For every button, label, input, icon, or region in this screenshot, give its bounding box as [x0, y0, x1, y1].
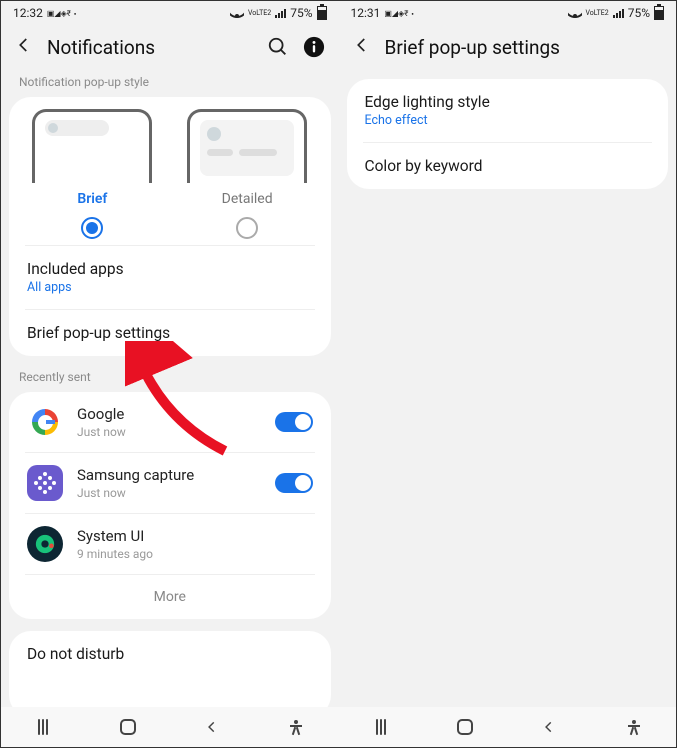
more-button[interactable]: More: [9, 575, 331, 619]
status-more-icon: ●: [411, 11, 413, 16]
recents-button[interactable]: [28, 712, 58, 742]
do-not-disturb-row[interactable]: Do not disturb: [9, 631, 331, 677]
accessibility-button[interactable]: [281, 712, 311, 742]
signal-icon: [613, 8, 624, 18]
google-icon: [27, 404, 63, 440]
system-ui-icon: [27, 526, 63, 562]
app-row-system-ui[interactable]: System UI 9 minutes ago: [9, 514, 331, 574]
home-button[interactable]: [450, 712, 480, 742]
samsung-capture-icon: [27, 465, 63, 501]
wifi-icon: [568, 8, 582, 18]
app-name: Google: [77, 405, 261, 423]
page-title: Brief pop-up settings: [385, 36, 663, 59]
edge-lighting-title: Edge lighting style: [365, 93, 651, 111]
lte-icon: VoLTE2: [248, 10, 271, 17]
accessibility-button[interactable]: [619, 712, 649, 742]
color-by-keyword-row[interactable]: Color by keyword: [347, 143, 669, 189]
dnd-title: Do not disturb: [27, 645, 313, 663]
phone-brief-popup-settings: 12:31 ▣ ◢ ◈ ₹ ● VoLTE2 75% Brief pop-up …: [339, 1, 677, 747]
app-time: Just now: [77, 486, 261, 500]
back-button[interactable]: [534, 712, 564, 742]
popup-style-card: Brief Detailed Included apps All apps Br: [9, 97, 331, 356]
status-time: 12:31: [351, 6, 381, 20]
signal-icon: [275, 8, 286, 18]
included-apps-title: Included apps: [27, 260, 313, 278]
section-popup-style: Notification pop-up style: [1, 73, 339, 97]
status-more-icon: ●: [74, 11, 76, 16]
home-button[interactable]: [113, 712, 143, 742]
recents-button[interactable]: [366, 712, 396, 742]
dnd-card: Do not disturb: [9, 631, 331, 717]
header: Brief pop-up settings: [339, 25, 677, 73]
status-time: 12:32: [13, 6, 43, 20]
phone-notifications: 12:32 ▣ ◢ ◈ ₹ ● VoLTE2 75% Notifications…: [1, 1, 339, 747]
info-icon[interactable]: [303, 36, 325, 58]
app-name: Samsung capture: [77, 466, 261, 484]
detailed-label: Detailed: [222, 191, 273, 207]
detailed-preview-icon: [187, 109, 307, 183]
edge-lighting-style-row[interactable]: Edge lighting style Echo effect: [347, 79, 669, 142]
nav-bar: [1, 707, 339, 747]
status-bar: 12:31 ▣ ◢ ◈ ₹ ● VoLTE2 75%: [339, 1, 677, 25]
battery-pct: 75%: [628, 6, 650, 20]
wifi-icon: [230, 8, 244, 18]
toggle-samsung-capture[interactable]: [275, 473, 313, 493]
search-icon[interactable]: [267, 36, 289, 58]
recently-sent-card: Google Just now Samsung capture Just now: [9, 392, 331, 619]
edge-lighting-value: Echo effect: [365, 113, 651, 128]
popup-style-detailed[interactable]: Detailed: [170, 109, 325, 239]
lte-icon: VoLTE2: [586, 10, 609, 17]
back-icon[interactable]: [353, 35, 371, 59]
detailed-radio[interactable]: [236, 217, 258, 239]
toggle-google[interactable]: [275, 412, 313, 432]
page-title: Notifications: [47, 36, 253, 59]
status-indicator-icon: ▣ ◢ ◈ ₹: [384, 9, 407, 18]
app-time: Just now: [77, 425, 261, 439]
settings-card: Edge lighting style Echo effect Color by…: [347, 79, 669, 189]
back-button[interactable]: [197, 712, 227, 742]
app-name: System UI: [77, 527, 313, 545]
included-apps-value: All apps: [27, 280, 313, 295]
battery-icon: [317, 6, 327, 20]
header: Notifications: [1, 25, 339, 73]
brief-popup-settings-title: Brief pop-up settings: [27, 324, 313, 342]
popup-style-brief[interactable]: Brief: [15, 109, 170, 239]
back-icon[interactable]: [15, 35, 33, 59]
included-apps-row[interactable]: Included apps All apps: [9, 246, 331, 309]
app-row-google[interactable]: Google Just now: [9, 392, 331, 452]
app-row-samsung-capture[interactable]: Samsung capture Just now: [9, 453, 331, 513]
battery-icon: [654, 6, 664, 20]
brief-preview-icon: [32, 109, 152, 183]
battery-pct: 75%: [290, 6, 312, 20]
section-recently-sent: Recently sent: [1, 368, 339, 392]
nav-bar: [339, 707, 677, 747]
status-bar: 12:32 ▣ ◢ ◈ ₹ ● VoLTE2 75%: [1, 1, 339, 25]
app-time: 9 minutes ago: [77, 547, 313, 561]
brief-radio[interactable]: [81, 217, 103, 239]
color-by-keyword-title: Color by keyword: [365, 157, 651, 175]
brief-popup-settings-row[interactable]: Brief pop-up settings: [9, 310, 331, 356]
status-indicator-icon: ▣ ◢ ◈ ₹: [47, 9, 70, 18]
brief-label: Brief: [77, 191, 107, 207]
